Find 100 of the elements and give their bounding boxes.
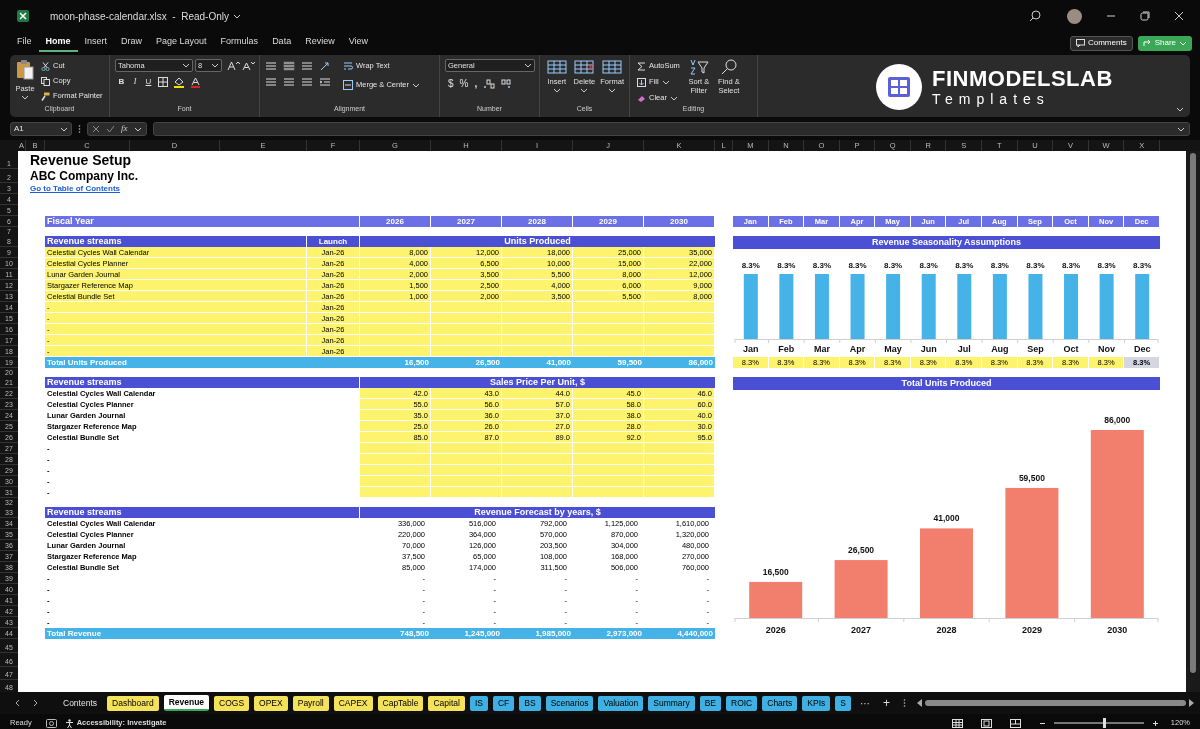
add-sheet-button[interactable]: + xyxy=(882,694,890,712)
decrease-font-size-icon[interactable] xyxy=(242,60,255,71)
close-icon[interactable] xyxy=(1174,11,1184,21)
percent-button[interactable]: % xyxy=(459,76,469,91)
menu-tab[interactable]: Draw xyxy=(114,34,150,52)
increase-font-size-icon[interactable] xyxy=(227,60,240,71)
chart-title: Revenue Seasonality Assumptions xyxy=(733,236,1160,249)
input-cell xyxy=(502,313,573,324)
underline-button[interactable]: U xyxy=(144,76,153,88)
sheet-tab[interactable]: Payroll xyxy=(292,695,329,711)
sheet-tab[interactable]: COGS xyxy=(214,695,250,711)
next-sheet-icon[interactable] xyxy=(33,699,39,707)
sheet-tab[interactable]: Capital xyxy=(428,695,465,711)
previous-sheet-icon[interactable] xyxy=(14,699,20,707)
sheet-tab[interactable]: Charts xyxy=(762,695,798,711)
chevron-down-icon[interactable] xyxy=(233,12,241,20)
menu-tab[interactable]: Review xyxy=(298,34,342,52)
cancel-icon[interactable] xyxy=(92,125,100,133)
orientation-icon[interactable] xyxy=(319,61,331,71)
sheet-tab[interactable]: Dashboard xyxy=(107,695,159,711)
data-label: 8.3% xyxy=(1026,261,1045,270)
input-cell xyxy=(502,346,573,357)
align-center-icon[interactable] xyxy=(283,77,295,87)
sheet-tab[interactable]: Contents xyxy=(58,695,103,711)
normal-view-icon[interactable] xyxy=(951,718,963,728)
sheet-tab[interactable]: CapTable xyxy=(377,695,424,711)
input-cell xyxy=(431,465,502,476)
sheet-tab[interactable]: Scenarios xyxy=(545,695,594,711)
menu-tab[interactable]: File xyxy=(10,34,39,52)
expand-icon[interactable] xyxy=(1177,125,1185,133)
align-right-icon[interactable] xyxy=(301,77,313,87)
input-cell xyxy=(431,487,502,498)
sheet-tab[interactable]: ROIC xyxy=(726,695,758,711)
collapse-ribbon-icon[interactable] xyxy=(1176,106,1184,113)
indent-icon[interactable] xyxy=(319,77,331,87)
sheet-tab[interactable]: KPIs xyxy=(802,695,831,711)
bold-button[interactable]: B xyxy=(117,76,126,88)
align-left-icon[interactable] xyxy=(265,77,277,87)
decrease-decimal-icon[interactable] xyxy=(501,78,514,89)
macro-recorder-icon[interactable] xyxy=(45,718,57,728)
menu-tab[interactable]: Home xyxy=(38,34,78,52)
sheet-tab[interactable]: CF xyxy=(492,695,515,711)
currency-button[interactable]: $ xyxy=(448,76,454,91)
sheet-tab[interactable]: CAPEX xyxy=(333,695,373,711)
horizontal-scrollbar[interactable] xyxy=(924,700,1186,706)
table-of-contents-link[interactable]: Go to Table of Contents xyxy=(30,183,121,194)
sheet-tab[interactable]: IS xyxy=(469,695,488,711)
vertical-scrollbar[interactable] xyxy=(1190,153,1196,673)
name-box[interactable]: A1 xyxy=(10,122,72,136)
increase-decimal-icon[interactable] xyxy=(483,78,496,89)
sheet-tab[interactable]: Valuation xyxy=(598,695,644,711)
input-cell xyxy=(502,476,573,487)
sheet-tab[interactable]: OPEX xyxy=(254,695,288,711)
comment-icon xyxy=(1075,39,1085,47)
avatar[interactable] xyxy=(1067,8,1082,24)
menu-tab[interactable]: Data xyxy=(265,34,299,52)
italic-button[interactable]: I xyxy=(131,76,139,88)
more-options-icon[interactable] xyxy=(902,698,906,708)
sheet-tab[interactable]: BS xyxy=(519,695,541,711)
sheet-tab[interactable]: S xyxy=(835,695,851,711)
header-cell: 2030 xyxy=(644,216,715,227)
scroll-left-icon[interactable] xyxy=(916,699,922,707)
table-cell: 2,973,000 xyxy=(573,628,644,639)
comments-button[interactable]: Comments xyxy=(1069,35,1133,51)
bottom-align-icon[interactable] xyxy=(301,61,313,71)
font-color-icon[interactable] xyxy=(190,76,201,88)
comma-style-button[interactable]: , xyxy=(474,76,478,91)
input-cell xyxy=(431,313,502,324)
bar xyxy=(814,274,829,339)
menu-tab[interactable]: Page Layout xyxy=(149,34,214,52)
more-options-icon[interactable] xyxy=(78,124,81,134)
data-label: 8.3% xyxy=(741,261,760,270)
slider-thumb[interactable] xyxy=(1103,718,1107,728)
sheet-tab[interactable]: BE xyxy=(699,695,721,711)
page-layout-view-icon[interactable] xyxy=(980,718,992,728)
top-align-icon[interactable] xyxy=(265,61,277,71)
axis-label: Mar xyxy=(813,344,830,354)
insert-function-button[interactable]: fx xyxy=(121,122,128,136)
sheet-tab[interactable]: Summary xyxy=(648,695,695,711)
menu-tab[interactable]: Formulas xyxy=(213,34,266,52)
more-sheets-button[interactable]: ··· xyxy=(859,695,870,711)
chevron-down-icon xyxy=(411,81,420,89)
input-cell xyxy=(431,302,502,313)
scroll-right-icon[interactable] xyxy=(1189,699,1194,707)
page-break-view-icon[interactable] xyxy=(1009,718,1021,728)
middle-align-icon[interactable] xyxy=(283,61,295,71)
menu-tab[interactable]: Insert xyxy=(77,34,115,52)
restore-icon[interactable] xyxy=(1140,11,1150,21)
input-cell xyxy=(644,346,715,357)
sheet-tab[interactable]: Revenue xyxy=(163,695,210,711)
borders-icon[interactable] xyxy=(158,77,168,87)
search-icon[interactable] xyxy=(1029,10,1041,22)
fill-color-icon[interactable] xyxy=(173,76,185,88)
zoom-in-icon[interactable] xyxy=(1151,719,1159,727)
header-cell: Revenue streams xyxy=(45,236,307,247)
bar xyxy=(743,274,758,339)
menu-tab[interactable]: View xyxy=(341,34,375,52)
formula-input[interactable] xyxy=(152,122,1190,136)
axis-label: Jul xyxy=(957,344,971,354)
check-icon[interactable] xyxy=(106,125,115,133)
